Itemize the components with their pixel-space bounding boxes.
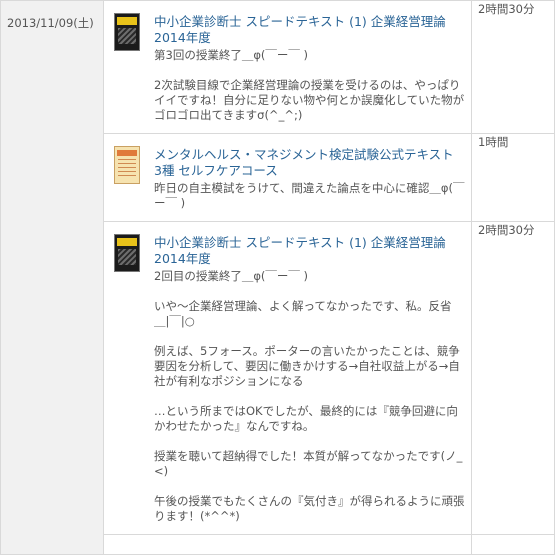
duration-label: 2時間30分: [478, 223, 535, 237]
book-title-link[interactable]: 中小企業診断士 スピードテキスト (1) 企業経営理論 2014年度: [154, 14, 465, 46]
entry-summary: 昨日の自主模試をうけて、間違えた論点を中心に確認＿φ(￣ー￣ ): [154, 181, 465, 210]
list-item: メンタルヘルス・マネジメント検定試験公式テキスト 3種 セルフケアコース 昨日の…: [104, 134, 471, 221]
duration-label: 1時間: [478, 135, 509, 149]
duration-cell: [471, 534, 555, 555]
entry-body: いや〜企業経営理論、よく解ってなかったです、私。反省＿|￣|○ 例えば、5フォー…: [154, 299, 465, 523]
study-log-table: 2013/11/09(土) 中小企業診断士 スピードテキスト (1) 企業経営理…: [0, 0, 555, 555]
table-row: 2013/11/09(土) 中小企業診断士 スピードテキスト (1) 企業経営理…: [0, 0, 555, 555]
book-cover-icon[interactable]: [114, 146, 140, 184]
entry-body: 2次試験目線で企業経営理論の授業を受けるのは、やっぱりイイですね！自分に足りない…: [154, 78, 465, 122]
list-item: 中小企業診断士 スピードテキスト (1) 企業経営理論 2014年度 第3回の授…: [104, 1, 471, 133]
entry-summary: 2回目の授業終了＿φ(￣ー￣ ): [154, 269, 309, 283]
entry-cell: [103, 534, 472, 555]
book-cover-icon[interactable]: [114, 13, 140, 51]
book-cover-icon[interactable]: [114, 234, 140, 272]
duration-cell: 2時間30分: [471, 0, 555, 134]
book-title-link[interactable]: メンタルヘルス・マネジメント検定試験公式テキスト 3種 セルフケアコース: [154, 147, 465, 179]
entry-cell: 中小企業診断士 スピードテキスト (1) 企業経営理論 2014年度 2回目の授…: [103, 221, 472, 535]
list-item: 中小企業診断士 スピードテキスト (1) 企業経営理論 2014年度 2回目の授…: [104, 222, 471, 534]
entry-summary: 第3回の授業終了＿φ(￣ー￣ ): [154, 48, 309, 62]
duration-cell: 2時間30分: [471, 221, 555, 535]
date-label: 2013/11/09(土): [7, 16, 94, 30]
entry-cell: 中小企業診断士 スピードテキスト (1) 企業経営理論 2014年度 第3回の授…: [103, 0, 472, 134]
duration-label: 2時間30分: [478, 2, 535, 16]
entry-cell: メンタルヘルス・マネジメント検定試験公式テキスト 3種 セルフケアコース 昨日の…: [103, 133, 472, 222]
duration-cell: 1時間: [471, 133, 555, 222]
date-cell: 2013/11/09(土): [0, 0, 104, 555]
book-title-link[interactable]: 中小企業診断士 スピードテキスト (1) 企業経営理論 2014年度: [154, 235, 465, 267]
